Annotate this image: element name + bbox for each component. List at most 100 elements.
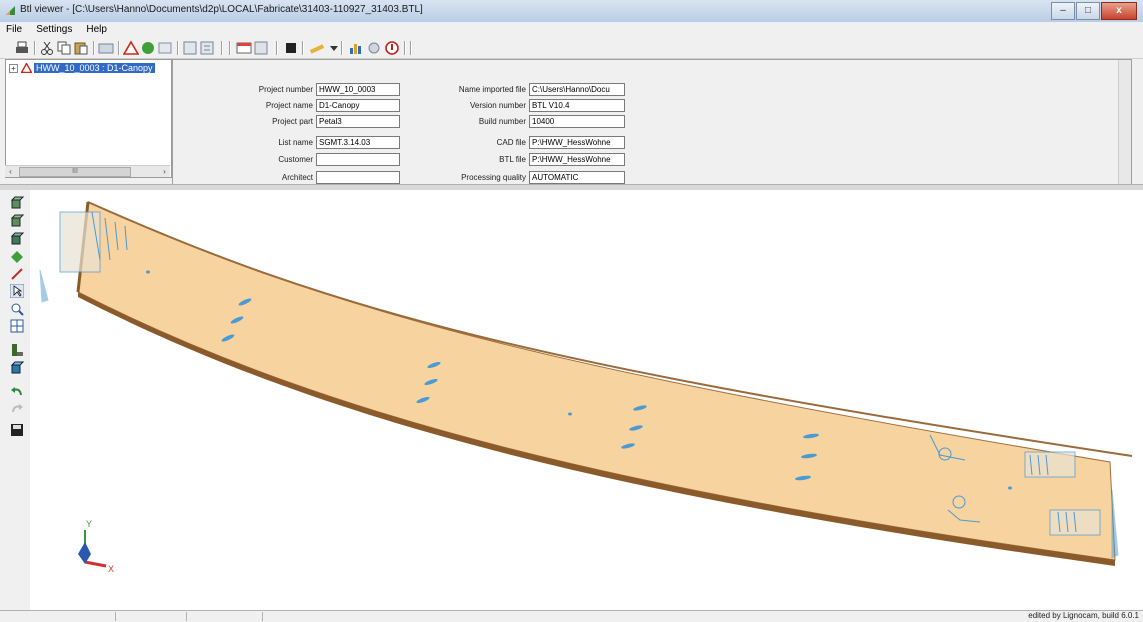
axis-triad: Y X xyxy=(78,519,114,574)
prop-label: Customer xyxy=(278,154,313,164)
pen-icon[interactable] xyxy=(309,40,325,56)
properties-panel: Project number HWW_10_0003 Project name … xyxy=(172,59,1132,186)
maximize-button[interactable]: □ xyxy=(1076,2,1100,20)
prop-row-list-name: List name SGMT.3.14.03 xyxy=(233,135,400,149)
preview-icon[interactable] xyxy=(157,40,173,56)
warning-icon[interactable] xyxy=(123,40,139,56)
app-icon xyxy=(6,6,15,15)
part-icon[interactable] xyxy=(10,343,24,357)
prop-label: BTL file xyxy=(499,154,526,164)
menu-help[interactable]: Help xyxy=(80,22,112,35)
window-controls: – □ x xyxy=(1050,2,1137,20)
warning-icon xyxy=(21,63,32,73)
cut-icon[interactable] xyxy=(39,40,55,56)
menu-bar: File Settings Help xyxy=(0,22,1143,38)
build-number-field[interactable]: 10400 xyxy=(529,114,625,128)
scroll-right-icon[interactable]: › xyxy=(159,166,170,177)
box-icon[interactable] xyxy=(10,361,24,375)
tree-root-label[interactable]: HWW_10_0003 : D1-Canopy xyxy=(34,63,155,73)
beam-top-face xyxy=(77,201,1116,561)
color-icon[interactable] xyxy=(283,40,299,56)
pen-icon[interactable] xyxy=(10,267,24,281)
ok-icon[interactable] xyxy=(140,40,156,56)
version-number-field[interactable]: BTL V10.4 xyxy=(529,98,625,112)
toolbar-separator xyxy=(302,41,304,55)
list-name-field[interactable]: SGMT.3.14.03 xyxy=(316,135,400,149)
copy-icon[interactable] xyxy=(56,40,72,56)
toolbar-separator xyxy=(177,41,179,55)
toolbar-separator xyxy=(229,41,231,55)
settings-icon[interactable] xyxy=(366,40,382,56)
imported-file-field[interactable]: C:\Users\Hanno\Docu xyxy=(529,82,625,96)
prop-label: CAD file xyxy=(496,137,526,147)
y-axis-label: Y xyxy=(86,519,92,529)
main-toolbar xyxy=(0,38,1143,59)
status-text: edited by Lignocam, build 6.0.1 xyxy=(1028,611,1139,620)
open-icon[interactable] xyxy=(98,40,114,56)
cad-file-field[interactable]: P:\HWW_HessWohne xyxy=(529,135,625,149)
list-icon[interactable] xyxy=(182,40,198,56)
3d-viewport[interactable]: Y X xyxy=(30,190,1143,610)
tree-root-node[interactable]: + HWW_10_0003 : D1-Canopy xyxy=(9,62,155,74)
view-toolbar xyxy=(0,190,24,610)
zoom-icon[interactable] xyxy=(10,302,24,316)
architect-field[interactable] xyxy=(316,170,400,184)
scroll-left-icon[interactable]: ‹ xyxy=(5,166,16,177)
shade-icon[interactable] xyxy=(10,250,24,264)
view-iso1-icon[interactable] xyxy=(10,196,24,210)
prop-label: List name xyxy=(278,137,313,147)
prop-row-version-number: Version number BTL V10.4 xyxy=(433,98,625,112)
prop-label: Project part xyxy=(272,116,313,126)
fit-icon[interactable] xyxy=(10,319,24,333)
btl-file-field[interactable]: P:\HWW_HessWohne xyxy=(529,152,625,166)
prop-label: Project number xyxy=(258,84,313,94)
prop-row-cad-file: CAD file P:\HWW_HessWohne xyxy=(433,135,625,149)
chart-icon[interactable] xyxy=(348,40,364,56)
undo-icon[interactable] xyxy=(10,385,24,399)
prop-row-imported-file: Name imported file C:\Users\Hanno\Docu xyxy=(433,82,625,96)
report-icon[interactable] xyxy=(253,40,269,56)
project-tree[interactable]: + HWW_10_0003 : D1-Canopy xyxy=(5,59,172,178)
processing-quality-field[interactable]: AUTOMATIC xyxy=(529,170,625,184)
menu-file[interactable]: File xyxy=(0,22,27,35)
export-icon[interactable] xyxy=(199,40,215,56)
toolbar-separator xyxy=(93,41,95,55)
prop-row-architect: Architect xyxy=(233,170,400,184)
prop-label: Name imported file xyxy=(458,84,526,94)
prop-label: Build number xyxy=(478,116,526,126)
prop-row-build-number: Build number 10400 xyxy=(433,114,625,128)
help-icon[interactable] xyxy=(384,40,400,56)
paste-icon[interactable] xyxy=(73,40,89,56)
save-icon[interactable] xyxy=(10,423,24,437)
title-bar: Btl viewer - [C:\Users\Hanno\Documents\d… xyxy=(0,0,1143,23)
prop-label: Architect xyxy=(281,172,313,182)
prop-row-project-part: Project part Petal3 xyxy=(233,114,400,128)
print-icon[interactable] xyxy=(14,40,30,56)
select-icon[interactable] xyxy=(10,284,24,298)
dropdown-icon[interactable] xyxy=(326,40,342,56)
view-iso2-icon[interactable] xyxy=(10,214,24,228)
close-button[interactable]: x xyxy=(1101,2,1137,20)
prop-label: Project name xyxy=(265,100,313,110)
beam-model[interactable]: Y X xyxy=(30,190,1143,610)
table-icon[interactable] xyxy=(236,40,252,56)
minimize-button[interactable]: – xyxy=(1051,2,1075,20)
prop-row-project-name: Project name D1-Canopy xyxy=(233,98,400,112)
status-cell xyxy=(116,612,187,621)
properties-vertical-scrollbar[interactable] xyxy=(1118,60,1131,185)
status-cell xyxy=(0,612,116,621)
scroll-thumb[interactable]: III xyxy=(19,167,131,177)
toolbar-separator xyxy=(341,41,343,55)
redo-icon[interactable] xyxy=(10,402,24,416)
prop-row-customer: Customer xyxy=(233,152,400,166)
project-name-field[interactable]: D1-Canopy xyxy=(316,98,400,112)
project-number-field[interactable]: HWW_10_0003 xyxy=(316,82,400,96)
project-part-field[interactable]: Petal3 xyxy=(316,114,400,128)
view-iso3-icon[interactable] xyxy=(10,232,24,246)
menu-settings[interactable]: Settings xyxy=(30,22,77,35)
prop-row-project-number: Project number HWW_10_0003 xyxy=(233,82,400,96)
customer-field[interactable] xyxy=(316,152,400,166)
expand-icon[interactable]: + xyxy=(9,63,18,73)
toolbar-separator xyxy=(276,41,278,55)
tree-horizontal-scrollbar[interactable]: ‹ III › xyxy=(5,165,170,177)
